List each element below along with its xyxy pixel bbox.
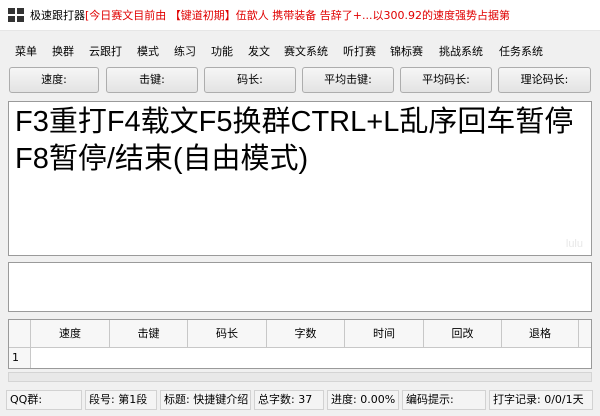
speed-button[interactable]: 速度: [9,67,99,93]
status-progress: 进度: 0.00% [327,390,399,410]
column-header-speed[interactable]: 速度 [31,320,110,348]
menu-item-race-text-system[interactable]: 赛文系统 [284,41,328,63]
grid-app-icon [8,8,24,22]
column-header-char-count[interactable]: 字数 [267,320,345,348]
menu-item-challenge-system[interactable]: 挑战系统 [439,41,483,63]
grid-corner [9,320,31,348]
menu-item-championship[interactable]: 锦标赛 [390,41,423,63]
results-grid: 速度 击键 码长 字数 时间 回改 退格 1 [8,319,592,369]
window-title: 极速跟打器[今日赛文目前由 【键道初期】伍歆人 携带装备 告辞了+...以300… [30,8,560,24]
status-total-chars: 总字数: 37 [254,390,324,410]
column-header-time[interactable]: 时间 [345,320,424,348]
menu-item-mode[interactable]: 模式 [137,41,159,63]
status-code-hint: 编码提示: [402,390,486,410]
column-header-keystroke[interactable]: 击键 [110,320,188,348]
horizontal-scrollbar[interactable] [8,372,592,382]
watermark: lulu [565,238,583,250]
menu-item-listen-race[interactable]: 听打赛 [343,41,376,63]
menu-item-menu[interactable]: 菜单 [15,41,37,63]
status-segment: 段号: 第1段 [85,390,157,410]
app-name: 极速跟打器 [30,9,85,22]
status-bar: QQ群: 段号: 第1段 标题: 快捷键介绍 总字数: 37 进度: 0.00%… [0,386,600,416]
column-header-code-length[interactable]: 码长 [188,320,267,348]
menu-item-practice[interactable]: 练习 [174,41,196,63]
keystroke-button[interactable]: 击键: [106,67,198,93]
menu-item-cloud-typing[interactable]: 云跟打 [89,41,122,63]
row-number: 1 [9,348,31,368]
theory-code-length-button[interactable]: 理论码长: [498,67,591,93]
code-length-button[interactable]: 码长: [204,67,296,93]
status-typing-record: 打字记录: 0/0/1天 [489,390,593,410]
source-text: F3重打F4载文F5换群CTRL+L乱序回车暂停F8暂停/结束(自由模式) [15,106,574,175]
title-fade [540,0,600,30]
menu-bar: 菜单 换群 云跟打 模式 练习 功能 发文 赛文系统 听打赛 锦标赛 挑战系统 … [0,41,600,63]
status-qq-group: QQ群: [6,390,82,410]
menu-item-send-text[interactable]: 发文 [248,41,270,63]
column-header-backspace-edit[interactable]: 回改 [424,320,502,348]
status-title: 标题: 快捷键介绍 [160,390,251,410]
column-header-backspace[interactable]: 退格 [502,320,579,348]
grid-header-filler [579,320,591,348]
avg-code-length-button[interactable]: 平均码长: [400,67,492,93]
menu-item-functions[interactable]: 功能 [211,41,233,63]
typing-input[interactable] [8,262,592,312]
marquee-announcement: [今日赛文目前由 【键道初期】伍歆人 携带装备 告辞了+...以300.92的速… [85,9,510,22]
title-bar: 极速跟打器[今日赛文目前由 【键道初期】伍歆人 携带装备 告辞了+...以300… [0,0,600,31]
menu-item-task-system[interactable]: 任务系统 [499,41,543,63]
source-text-display[interactable]: F3重打F4载文F5换群CTRL+L乱序回车暂停F8暂停/结束(自由模式) lu… [8,101,592,256]
avg-keystroke-button[interactable]: 平均击键: [302,67,394,93]
menu-item-switch-group[interactable]: 换群 [52,41,74,63]
